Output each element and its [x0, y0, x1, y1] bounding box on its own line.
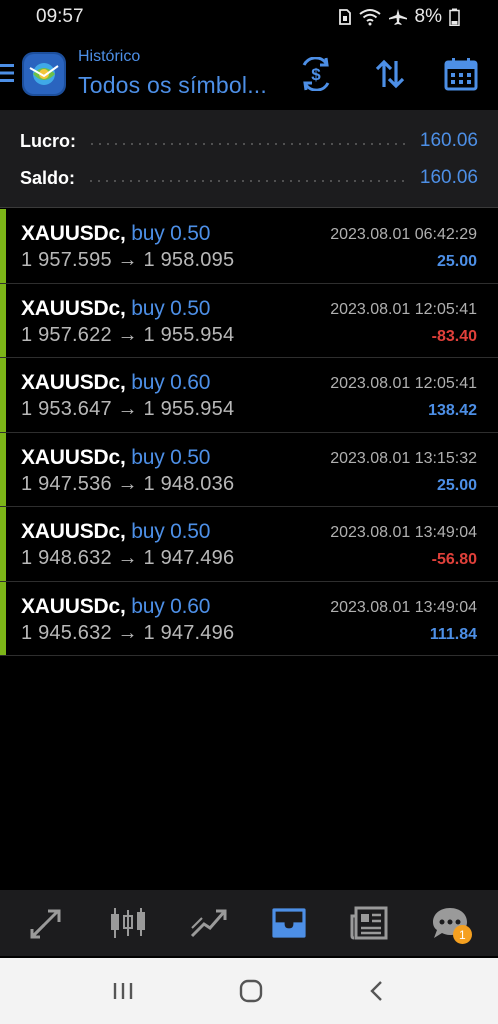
tab-history[interactable] — [259, 898, 319, 948]
trade-symbol: XAUUSDc, buy 0.50 — [21, 520, 211, 543]
trade-time: 2023.08.01 12:05:41 — [330, 300, 477, 318]
dotted-leader — [87, 180, 408, 182]
profit-label: Lucro: — [20, 130, 76, 151]
tab-news[interactable] — [339, 898, 399, 948]
balance-label: Saldo: — [20, 167, 76, 188]
trade-time: 2023.08.01 12:05:41 — [330, 375, 477, 392]
trade-time: 2023.08.01 13:49:04 — [330, 598, 477, 616]
trade-prices: 1 948.632 → 1 947.496 — [21, 547, 235, 569]
trade-side: buy 0.60 — [131, 594, 211, 618]
trade-side: buy 0.50 — [131, 296, 211, 320]
sim-icon — [338, 9, 351, 25]
svg-text:$: $ — [311, 65, 321, 84]
profit-value: 160.06 — [419, 130, 478, 151]
symbol-filter-title[interactable]: Todos os símbol... — [78, 72, 267, 99]
balance-value: 160.06 — [419, 167, 478, 188]
chart-icon — [111, 908, 146, 938]
trade-list: XAUUSDc, buy 0.50 1 957.595 → 1 958.095 … — [0, 209, 498, 656]
back-icon[interactable] — [367, 979, 387, 1003]
trade-profit: -83.40 — [431, 327, 477, 345]
trade-prices: 1 945.632 → 1 947.496 — [21, 621, 235, 644]
airplane-icon — [388, 9, 407, 25]
trade-row[interactable]: XAUUSDc, buy 0.50 1 957.622 → 1 955.954 … — [0, 283, 498, 358]
buy-indicator-bar — [0, 507, 6, 581]
trade-row[interactable]: XAUUSDc, buy 0.50 1 957.595 → 1 958.095 … — [0, 209, 498, 284]
trade-profit: 25.00 — [436, 476, 477, 494]
status-time: 09:57 — [36, 6, 84, 27]
buy-indicator-bar — [0, 283, 6, 357]
tab-chat[interactable]: 1 — [420, 898, 480, 948]
trade-prices: 1 953.647 → 1 955.954 — [21, 398, 235, 420]
header-subtitle[interactable]: Histórico — [78, 48, 140, 66]
recent-apps-icon[interactable] — [111, 980, 135, 1002]
trade-prices: 1 957.622 → 1 955.954 — [21, 323, 235, 346]
currency-filter-button[interactable]: $ — [296, 54, 336, 94]
status-bar: 09:57 8% — [0, 0, 498, 34]
news-icon — [350, 906, 388, 940]
dotted-leader — [88, 143, 408, 145]
trade-time: 2023.08.01 13:15:32 — [330, 449, 477, 467]
tab-chart[interactable] — [98, 898, 158, 948]
trade-profit: 111.84 — [429, 625, 477, 643]
system-nav-bar — [0, 958, 498, 1024]
dollar-arrows-icon: $ — [302, 57, 330, 91]
profit-row: Lucro: 160.06 — [20, 127, 478, 155]
sort-arrows-icon — [375, 59, 405, 89]
chat-badge: 1 — [452, 925, 472, 944]
trade-row[interactable]: XAUUSDc, buy 0.50 1 947.536 → 1 948.036 … — [0, 432, 498, 507]
tab-trade[interactable] — [179, 898, 239, 948]
trade-profit: 25.00 — [436, 253, 477, 270]
buy-indicator-bar — [0, 358, 6, 432]
wifi-icon — [358, 9, 381, 26]
trade-prices: 1 957.595 → 1 958.095 — [21, 249, 235, 271]
trade-symbol: XAUUSDc, buy 0.60 — [21, 371, 211, 394]
trade-time: 2023.08.01 06:42:29 — [330, 226, 477, 243]
trade-side: buy 0.50 — [131, 520, 211, 543]
trade-symbol: XAUUSDc, buy 0.50 — [21, 296, 211, 320]
sort-button[interactable] — [370, 54, 410, 94]
history-icon — [272, 908, 306, 938]
buy-indicator-bar — [0, 432, 6, 506]
trade-profit: 138.42 — [428, 402, 477, 419]
balance-row: Saldo: 160.06 — [20, 164, 478, 192]
trade-symbol: XAUUSDc, buy 0.60 — [21, 594, 211, 618]
trade-symbol: XAUUSDc, buy 0.50 — [21, 222, 211, 245]
trade-side: buy 0.50 — [131, 222, 211, 245]
trade-profit: -56.80 — [431, 551, 477, 568]
battery-icon — [449, 8, 460, 26]
trade-row[interactable]: XAUUSDc, buy 0.50 1 948.632 → 1 947.496 … — [0, 507, 498, 582]
metatrader-logo-icon — [24, 54, 64, 94]
quotes-icon — [30, 909, 61, 939]
trade-row[interactable]: XAUUSDc, buy 0.60 1 953.647 → 1 955.954 … — [0, 358, 498, 433]
bottom-tab-bar: 1 — [0, 890, 498, 956]
trade-side: buy 0.50 — [131, 445, 211, 469]
app-header: Histórico Todos os símbol... $ — [0, 34, 498, 110]
trade-icon — [190, 909, 227, 938]
trade-prices: 1 947.536 → 1 948.036 — [21, 472, 235, 495]
home-icon[interactable] — [238, 978, 264, 1004]
trade-time: 2023.08.01 13:49:04 — [330, 524, 477, 541]
tab-quotes[interactable] — [18, 898, 78, 948]
calendar-icon — [444, 58, 478, 91]
status-icons: 8% — [338, 6, 460, 28]
buy-indicator-bar — [0, 209, 6, 283]
history-summary: Lucro: 160.06 Saldo: 160.06 — [0, 110, 498, 208]
battery-percent: 8% — [414, 6, 442, 27]
trade-side: buy 0.60 — [131, 371, 211, 394]
trade-symbol: XAUUSDc, buy 0.50 — [21, 445, 211, 469]
menu-icon[interactable] — [0, 62, 14, 84]
buy-indicator-bar — [0, 581, 6, 655]
trade-row[interactable]: XAUUSDc, buy 0.60 1 945.632 → 1 947.496 … — [0, 581, 498, 656]
app-logo[interactable] — [22, 52, 66, 96]
calendar-button[interactable] — [441, 54, 481, 94]
